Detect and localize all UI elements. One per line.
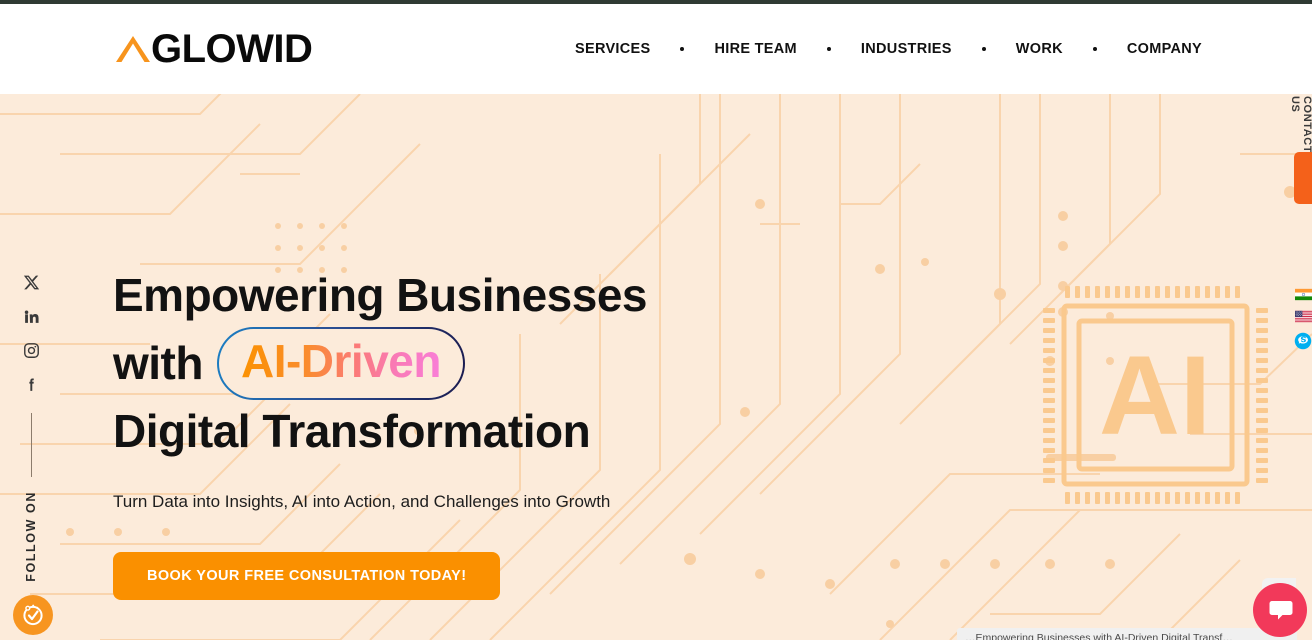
contact-quick-button[interactable] — [1294, 152, 1312, 204]
language-region-rail — [1294, 288, 1312, 350]
social-follow-rail: FOLLOW ON — [16, 265, 46, 582]
hero-headline: Empowering Businesses with AI-Driven Dig… — [113, 264, 753, 463]
ai-driven-pill: AI-Driven — [217, 327, 465, 400]
ai-driven-text: AI-Driven — [241, 333, 441, 391]
headline-line-1: Empowering Businesses — [113, 269, 648, 321]
nav-separator-dot — [680, 47, 685, 51]
rail-divider — [30, 413, 32, 477]
headline-line-3: Digital Transformation — [113, 404, 591, 457]
nav-separator-dot — [981, 47, 986, 51]
x-twitter-icon[interactable] — [17, 265, 45, 299]
book-consultation-button[interactable]: BOOK YOUR FREE CONSULTATION TODAY! — [113, 551, 501, 600]
nav-item-hire-team[interactable]: HIRE TEAM — [714, 41, 796, 57]
nav-item-industries[interactable]: INDUSTRIES — [861, 41, 952, 57]
triangle-logo-mark — [116, 36, 150, 62]
headline-line-2-prefix: with — [113, 336, 203, 389]
nav-item-company[interactable]: COMPANY — [1127, 41, 1202, 57]
site-header: GLOWID SERVICES HIRE TEAM INDUSTRIES WOR… — [0, 4, 1312, 94]
logo-text: GLOWID — [151, 27, 313, 71]
chat-bubble-icon — [1269, 601, 1293, 620]
page-root: GLOWID SERVICES HIRE TEAM INDUSTRIES WOR… — [0, 0, 1312, 640]
nav-separator-dot — [826, 47, 831, 51]
skype-icon[interactable] — [1294, 332, 1312, 350]
hero-section: AI Empowering Businesses with AI-Driven … — [0, 94, 1312, 640]
accessibility-icon — [23, 604, 43, 626]
usa-flag-icon[interactable] — [1295, 310, 1312, 323]
accessibility-widget-button[interactable] — [13, 595, 53, 635]
follow-on-label: FOLLOW ON — [24, 491, 38, 582]
ai-chip-label: AI — [1099, 333, 1211, 458]
hero-subheading: Turn Data into Insights, AI into Action,… — [113, 492, 611, 512]
linkedin-icon[interactable] — [17, 299, 45, 333]
chat-widget-button[interactable] — [1253, 583, 1307, 637]
headline-line-2: with AI-Driven — [113, 327, 753, 400]
nav-separator-dot — [1092, 47, 1097, 51]
browser-status-bar: …Empowering Businesses with AI-Driven Di… — [957, 628, 1297, 640]
facebook-icon[interactable] — [17, 367, 45, 401]
nav-item-work[interactable]: WORK — [1016, 41, 1063, 57]
logo[interactable]: GLOWID — [113, 27, 313, 71]
status-bar-text: …Empowering Businesses with AI-Driven Di… — [965, 632, 1233, 640]
ai-chip-graphic: AI — [1043, 286, 1268, 504]
nav-item-services[interactable]: SERVICES — [575, 41, 650, 57]
instagram-icon[interactable] — [17, 333, 45, 367]
india-flag-icon[interactable] — [1295, 288, 1312, 301]
hero-content: Empowering Businesses with AI-Driven Dig… — [113, 264, 753, 600]
main-navigation: SERVICES HIRE TEAM INDUSTRIES WORK COMPA… — [575, 41, 1202, 57]
